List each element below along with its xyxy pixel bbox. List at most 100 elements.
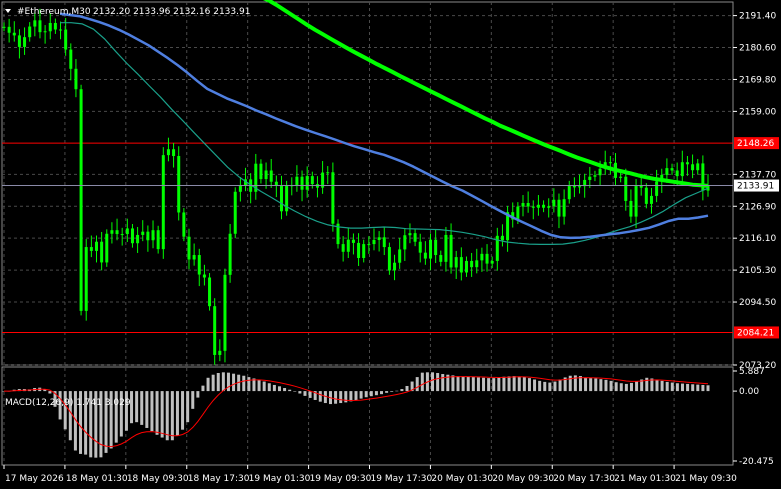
candle-body — [279, 185, 283, 212]
candle-body — [629, 200, 633, 217]
candle-body — [346, 239, 350, 252]
candle-body — [2, 26, 6, 28]
macd-bar — [226, 372, 230, 392]
price-tick-label: 2116.10 — [739, 234, 776, 244]
candle-body — [608, 162, 612, 164]
candle-body — [624, 176, 628, 201]
macd-bar — [512, 376, 516, 392]
macd-bar — [349, 391, 353, 402]
candle-body — [94, 241, 98, 251]
macd-bar — [242, 375, 246, 392]
candle-body — [490, 260, 494, 264]
candle-body — [413, 233, 417, 242]
candle-body — [59, 29, 63, 31]
macd-bar — [216, 373, 220, 392]
price-tick-label: 2159.00 — [739, 107, 776, 117]
macd-bar — [604, 379, 608, 392]
macd-bar — [380, 391, 384, 395]
candle-body — [146, 231, 150, 241]
macd-bar — [476, 377, 480, 392]
candle-body — [429, 239, 433, 259]
time-tick-label: 19 May 17:30 — [371, 474, 433, 484]
candle-body — [172, 149, 176, 157]
macd-bar — [298, 391, 302, 394]
macd-bar — [364, 391, 368, 398]
macd-bar — [135, 391, 139, 423]
macd-bar — [145, 391, 149, 428]
macd-bar — [578, 376, 582, 392]
macd-bar — [451, 375, 455, 392]
candle-body — [79, 89, 83, 311]
macd-bar — [594, 378, 598, 392]
macd-bar — [609, 380, 613, 392]
candle-body — [53, 22, 57, 30]
candle-body — [423, 252, 427, 259]
candle-body — [69, 49, 73, 69]
candle-body — [393, 262, 397, 271]
macd-bar — [629, 382, 633, 392]
candle-body — [454, 257, 458, 268]
price-tick-label: 2169.80 — [739, 75, 776, 85]
candle-body — [331, 172, 335, 224]
candle-body — [28, 26, 32, 38]
macd-bar — [497, 377, 501, 392]
candle-body — [449, 234, 453, 268]
time-tick-label: 20 May 09:30 — [492, 474, 554, 484]
candle-body — [295, 176, 299, 186]
macd-bar — [293, 391, 297, 392]
time-tick-label: 19 May 01:30 — [249, 474, 311, 484]
macd-bar — [502, 376, 506, 392]
candle-body — [619, 176, 623, 178]
time-tick-label: 19 May 09:30 — [310, 474, 372, 484]
macd-bar — [318, 391, 322, 402]
price-tick-label: 2105.30 — [739, 266, 776, 276]
macd-bar — [140, 391, 144, 425]
macd-bar — [696, 384, 700, 392]
candle-body — [567, 185, 571, 200]
macd-bar — [288, 389, 292, 392]
macd-bar — [211, 374, 215, 392]
candle-body — [259, 163, 263, 180]
macd-bar — [354, 391, 358, 400]
time-tick-label: 21 May 09:30 — [675, 474, 737, 484]
current-price-label: 2133.91 — [737, 182, 774, 192]
symbol-label: #Ethereum,M30 — [17, 7, 91, 17]
candle-body — [48, 22, 52, 32]
chart-header: #Ethereum,M30 2132.20 2133.96 2132.16 21… — [5, 7, 250, 17]
candle-body — [362, 244, 366, 258]
macd-bar — [482, 377, 486, 392]
macd-bar — [492, 378, 496, 392]
candle-body — [12, 32, 16, 36]
macd-bar — [614, 382, 618, 392]
candle-body — [110, 230, 114, 234]
macd-bar — [680, 383, 684, 392]
candle-body — [480, 253, 484, 261]
candle-body — [202, 274, 206, 278]
macd-bar — [165, 391, 169, 441]
macd-bar — [635, 381, 639, 392]
macd-bar — [63, 391, 67, 430]
candle-body — [536, 204, 540, 208]
candle-body — [670, 168, 674, 171]
macd-bar — [441, 374, 445, 392]
macd-bar — [533, 379, 537, 392]
candle-body — [161, 155, 165, 250]
macd-bar — [665, 381, 669, 392]
candle-body — [655, 181, 659, 196]
macd-bar — [527, 378, 531, 392]
macd-bar — [420, 372, 424, 392]
macd-bar — [155, 391, 159, 435]
candle-body — [598, 168, 602, 176]
price-tick-label: 2094.50 — [739, 298, 776, 308]
candle-body — [305, 176, 309, 190]
trading-chart[interactable]: 2148.26 2084.21 2133.91 2191.40 2180.60 216… — [0, 0, 781, 489]
macd-bar — [277, 386, 281, 392]
macd-bar — [405, 385, 409, 392]
macd-tick-label: 5.887 — [739, 367, 765, 377]
candle-body — [269, 170, 273, 182]
candle-body — [74, 68, 78, 90]
candle-body — [233, 191, 237, 234]
macd-bar — [436, 373, 440, 392]
candle-body — [691, 164, 695, 171]
time-tick-label: 21 May 01:30 — [614, 474, 676, 484]
